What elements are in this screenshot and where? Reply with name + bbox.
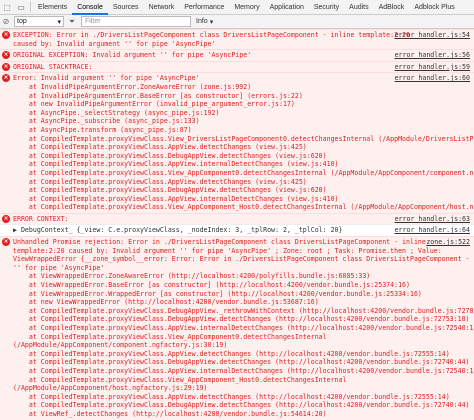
message-line: at AsyncPipe.transform (async_pipe.js:87…: [13, 125, 192, 134]
message-line: at new InvalidPipeArgumentError (invalid…: [13, 100, 295, 109]
source-link[interactable]: error_handler.js:54: [395, 31, 470, 40]
tab-separator: [30, 2, 31, 12]
message-line: caused by: Invalid argument '' for pipe …: [13, 39, 216, 48]
message-line: EXCEPTION: Error in ./DriversListPageCom…: [13, 31, 410, 39]
clear-console-icon[interactable]: ⊘: [0, 16, 12, 28]
console-error-message: × error_handler.js:59 ORIGINAL STACKTRACE:: [0, 60, 474, 73]
message-line: at CompiledTemplate.proxyViewClass.View_…: [28, 134, 474, 143]
message-line: Unhandled Promise rejection: Error in ./…: [13, 238, 426, 247]
source-link[interactable]: error_handler.js:56: [395, 51, 470, 60]
console-error-message: × error_handler.js:60 Error: Invalid argum…: [0, 72, 474, 213]
message-line: at ViewRef_.detectChanges (http://localh…: [13, 409, 327, 418]
filter-icon[interactable]: ⏷: [66, 16, 78, 28]
message-line: '' for pipe 'AsyncPipe': [13, 263, 105, 272]
error-icon: ×: [2, 31, 10, 39]
message-line: at CompiledTemplate.proxyViewClass.AppVi…: [13, 177, 307, 186]
message-line: at CompiledTemplate.proxyViewClass.View_…: [28, 168, 474, 177]
device-toolbar-icon[interactable]: ▭: [14, 0, 28, 14]
message-line: at CompiledTemplate.proxyViewClass.Debug…: [13, 401, 470, 410]
message-line: at InvalidPipeArgumentError.BaseError [a…: [13, 91, 303, 100]
source-link[interactable]: error_handler.js:60: [395, 74, 470, 83]
devtools-tab-bar: ⬚ ▭ Elements Console Sources Network Perform…: [0, 0, 474, 15]
source-link[interactable]: error_handler.js:64: [395, 226, 470, 235]
tab-list: Elements Console Sources Network Performance…: [33, 0, 460, 15]
message-line: at CompiledTemplate.proxyViewClass.AppVi…: [13, 392, 450, 401]
tab-audits[interactable]: Audits: [344, 0, 373, 15]
tab-console[interactable]: Console: [72, 0, 108, 15]
message-line: at CompiledTemplate.proxyViewClass.Debug…: [13, 315, 470, 324]
message-line: at CompiledTemplate.proxyViewClass.AppVi…: [13, 349, 450, 358]
console-filter-bar: ⊘ top ▾ ⏷ Info ▾: [0, 15, 474, 29]
message-line: at CompiledTemplate.proxyViewClass.View_…: [13, 332, 327, 341]
tab-memory[interactable]: Memory: [229, 0, 264, 15]
message-line[interactable]: ▶ DebugContext_ {_view: C.e.proxyViewCla…: [13, 226, 404, 235]
tab-performance[interactable]: Performance: [179, 0, 229, 15]
tab-application[interactable]: Application: [265, 0, 309, 15]
console-error-message: × error_handler.js:54 EXCEPTION: Error in …: [0, 29, 474, 50]
log-level-label: Info: [196, 18, 208, 25]
message-line: (/AppModule/AppComponent/host.ngfactory.…: [13, 384, 208, 393]
message-line: (/AppModule/AppComponent/component.ngfac…: [13, 341, 228, 350]
message-line: at InvalidPipeArgumentError.ZoneAwareErr…: [13, 82, 252, 91]
tab-security[interactable]: Security: [309, 0, 344, 15]
message-line: Error: Invalid argument '' for pipe 'Asy…: [13, 74, 200, 83]
message-line: at CompiledTemplate.proxyViewClass.Debug…: [13, 306, 474, 315]
error-icon: ×: [2, 214, 10, 223]
message-line: at AsyncPipe._subscribe (async_pipe.js:1…: [13, 117, 200, 126]
message-line: at CompiledTemplate.proxyViewClass.AppVi…: [13, 324, 474, 332]
message-line: at CompiledTemplate.proxyViewClass.View_…: [13, 375, 347, 384]
log-level-selector[interactable]: Info ▾: [194, 16, 215, 27]
message-line: at CompiledTemplate.proxyViewClass.AppVi…: [13, 194, 339, 203]
message-line: template:2:20 caused by: Invalid argumen…: [13, 246, 442, 255]
source-link[interactable]: error_handler.js:59: [395, 63, 470, 72]
error-icon: ×: [2, 62, 10, 71]
message-line: at CompiledTemplate.proxyViewClass.AppVi…: [13, 143, 307, 152]
message-line: at new ViewWrappedError (http://localhos…: [13, 298, 319, 307]
message-line: ERROR CONTEXT:: [13, 214, 69, 223]
message-line: at CompiledTemplate.proxyViewClass.Debug…: [13, 151, 327, 160]
source-link[interactable]: error_handler.js:63: [395, 215, 470, 224]
console-error-message: × zone.js:522 Unhandled Promise rejection:…: [0, 236, 474, 420]
message-line: at ViewWrappedError.BaseError [as constr…: [13, 281, 410, 290]
console-error-message: × error_handler.js:56 ORIGINAL EXCEPTION: …: [0, 49, 474, 61]
message-line: at ViewWrappedError.WrappedError [as con…: [13, 289, 422, 298]
console-error-message: × error_handler.js:63 ERROR CONTEXT:: [0, 212, 474, 225]
error-icon: ×: [2, 51, 10, 60]
source-link[interactable]: zone.js:522: [426, 238, 470, 247]
tab-network[interactable]: Network: [144, 0, 180, 15]
error-icon: ×: [2, 74, 10, 83]
tab-adblock[interactable]: AdBlock: [374, 0, 410, 15]
inspect-element-icon[interactable]: ⬚: [0, 0, 14, 14]
context-label: top: [17, 18, 27, 25]
console-log-message: error_handler.js:64 ▶ DebugContext_ {_vie…: [0, 224, 474, 237]
chevron-down-icon: ▾: [57, 18, 61, 26]
message-line: at CompiledTemplate.proxyViewClass.View_…: [28, 203, 474, 212]
message-line: ORIGINAL EXCEPTION: Invalid argument '' …: [13, 51, 252, 60]
tab-sources[interactable]: Sources: [108, 0, 144, 15]
message-line: at CompiledTemplate.proxyViewClass.AppVi…: [13, 160, 339, 169]
message-line: at CompiledTemplate.proxyViewClass.Debug…: [13, 186, 327, 195]
chevron-down-icon: ▾: [209, 18, 214, 26]
message-line: ViewWrappedError {__zone_symbol__error: …: [13, 255, 474, 264]
context-selector[interactable]: top ▾: [14, 16, 64, 27]
message-line: at CompiledTemplate.proxyViewClass.AppVi…: [13, 366, 474, 375]
filter-input[interactable]: [81, 16, 191, 27]
message-line: at ViewWrappedError.ZoneAwareError (http…: [13, 272, 371, 281]
message-line: ORIGINAL STACKTRACE:: [13, 62, 93, 71]
console-messages: × error_handler.js:54 EXCEPTION: Error in …: [0, 29, 474, 420]
error-icon: ×: [2, 238, 10, 247]
tab-elements[interactable]: Elements: [33, 0, 72, 15]
tab-adblock-plus[interactable]: Adblock Plus: [409, 0, 459, 15]
message-line: at AsyncPipe._selectStrategy (async_pipe…: [13, 108, 220, 117]
message-line: at CompiledTemplate.proxyViewClass.Debug…: [13, 358, 470, 367]
